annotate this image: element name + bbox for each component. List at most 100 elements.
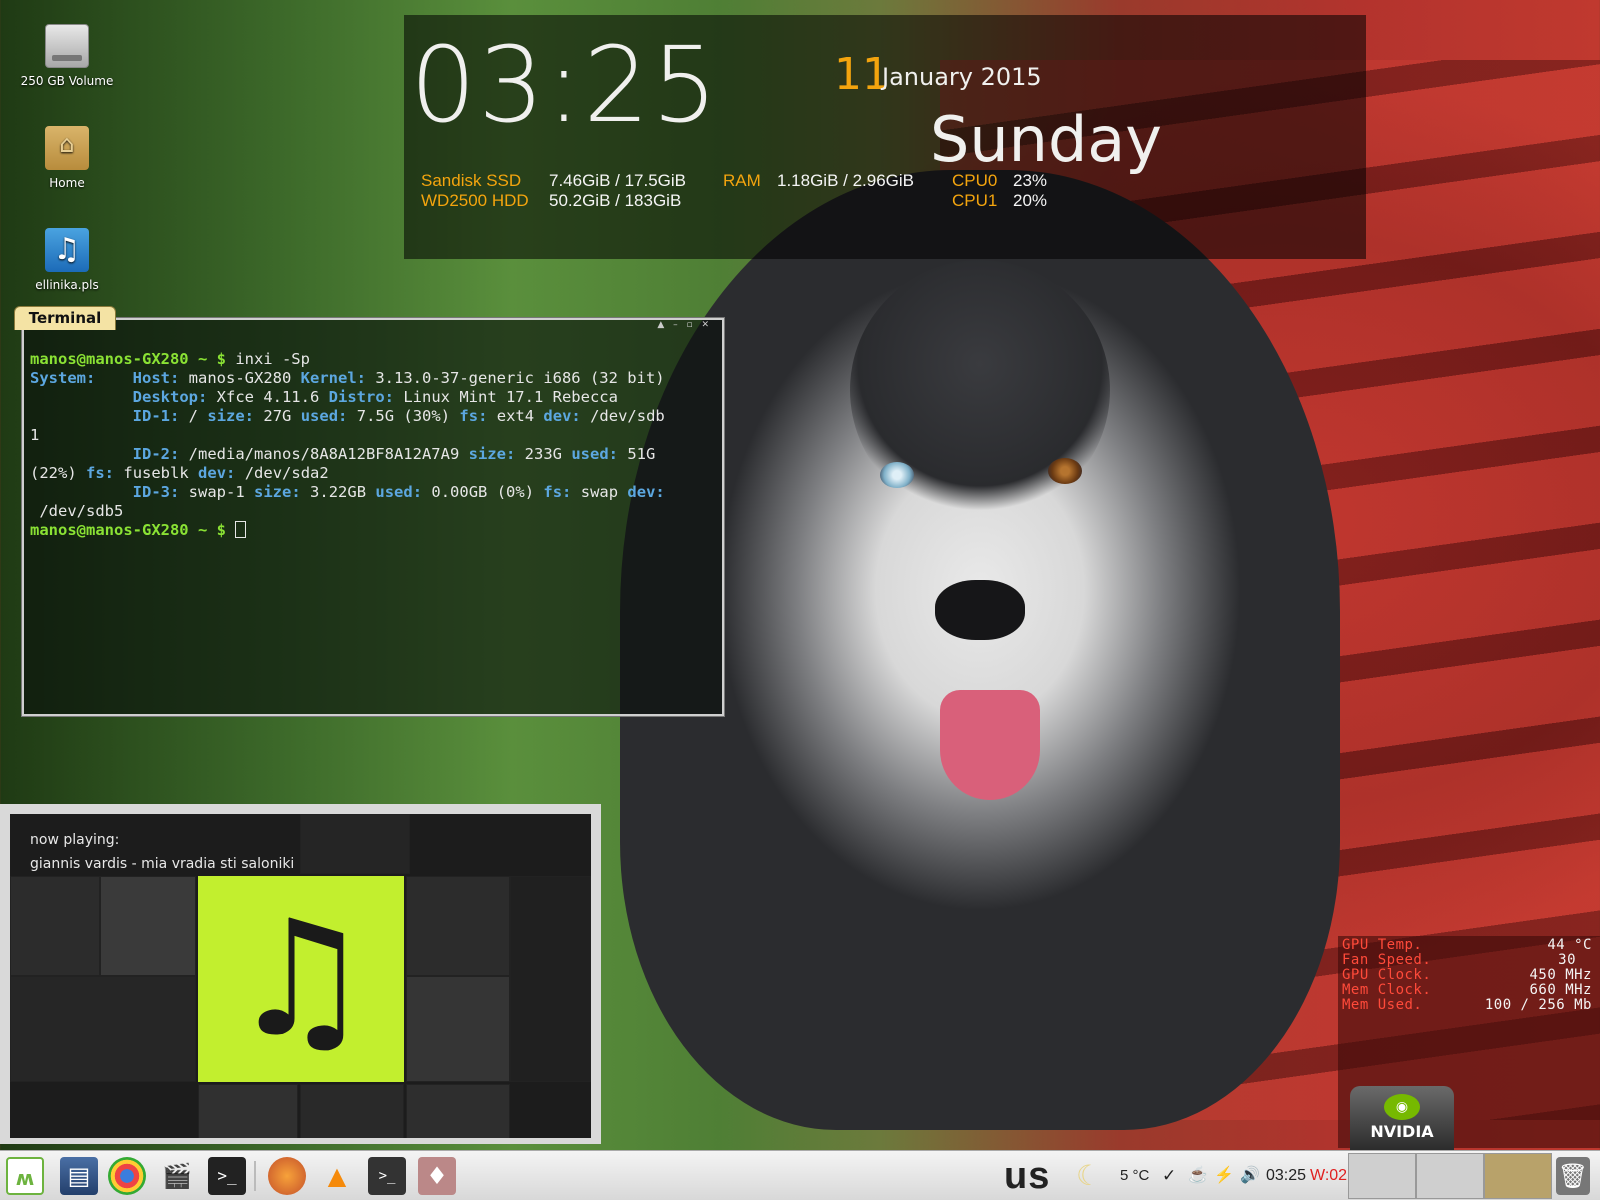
workspace-2[interactable] xyxy=(1416,1153,1484,1199)
gpu-stat-value: 100 / 256 Mb xyxy=(1484,997,1592,1013)
conky-weekday: Sunday xyxy=(930,103,1162,176)
stat-label: RAM xyxy=(723,171,761,190)
weather-moon-icon[interactable]: ☾ xyxy=(1076,1151,1101,1200)
stat-label: WD2500 HDD xyxy=(421,191,529,210)
term-label: size: xyxy=(468,445,516,463)
stat-value: 23% xyxy=(1013,171,1048,190)
nvidia-eye-icon: ◉ xyxy=(1384,1094,1420,1120)
terminal-window-controls[interactable]: ▲ – ▫ ✕ xyxy=(657,320,712,330)
wallpaper-husky-eye-blue xyxy=(880,462,914,488)
terminal-window[interactable]: ▲ – ▫ ✕ manos@manos-GX280 ~ $ inxi -Sp S… xyxy=(22,318,724,716)
term-label: Distro: xyxy=(328,388,394,406)
gpu-stat-label: Mem Used. xyxy=(1342,997,1423,1013)
term-value: 7.5G (30%) xyxy=(356,407,451,425)
stat-value: 20% xyxy=(1013,191,1048,210)
album-tile xyxy=(10,876,100,976)
term-label: size: xyxy=(207,407,255,425)
workspace-1[interactable] xyxy=(1348,1153,1416,1199)
term-label: ID-2: xyxy=(132,445,180,463)
terminal-line: Desktop: Xfce 4.11.6 Distro: Linux Mint … xyxy=(30,388,618,406)
album-tile xyxy=(10,976,196,1082)
terminal-output[interactable]: manos@manos-GX280 ~ $ inxi -Sp System: H… xyxy=(30,350,716,540)
command: inxi -Sp xyxy=(235,350,310,368)
terminal-icon[interactable]: >_ xyxy=(208,1157,246,1195)
wallpaper-husky-nose xyxy=(935,580,1025,640)
album-tile xyxy=(510,876,591,1082)
stat-cpu1: CPU1 xyxy=(952,191,997,211)
term-label: dev: xyxy=(627,483,665,501)
term-label: ID-3: xyxy=(132,483,180,501)
workspace-3-active[interactable] xyxy=(1484,1153,1552,1199)
term-value: 3.13.0-37-generic i686 (32 bit) xyxy=(375,369,665,387)
chrome-icon[interactable] xyxy=(108,1157,146,1195)
gpu-stat-value: 450 MHz xyxy=(1529,967,1592,983)
terminal-line: 1 xyxy=(30,426,39,444)
update-check-icon[interactable]: ✓ xyxy=(1162,1151,1176,1200)
terminal-tab[interactable]: Terminal xyxy=(14,306,116,330)
firefox-icon[interactable] xyxy=(268,1157,306,1195)
drive-icon xyxy=(45,24,89,68)
wallpaper-husky-eye-brown xyxy=(1048,458,1082,484)
gpu-stats-panel: GPU Temp. 44 °C Fan Speed. 30 GPU Clock.… xyxy=(1338,936,1600,1150)
gpu-temp-row: GPU Temp. 44 °C xyxy=(1342,938,1592,953)
taskbar-clock[interactable]: 03:25 xyxy=(1266,1151,1306,1200)
stat-value: 1.18GiB / 2.96GiB xyxy=(777,171,915,190)
linux-mint-menu-icon[interactable]: ʍ xyxy=(6,1157,44,1195)
term-label: dev: xyxy=(198,464,236,482)
file-manager-icon[interactable]: ▤ xyxy=(60,1157,98,1195)
trash-icon[interactable]: 🗑 xyxy=(1556,1157,1590,1195)
gpu-fan-row: Fan Speed. 30 xyxy=(1342,953,1592,968)
desktop-icon-home[interactable]: Home xyxy=(17,126,117,190)
album-tile xyxy=(198,1084,298,1138)
term-label: size: xyxy=(254,483,301,501)
conky-month-year: January 2015 xyxy=(882,63,1042,91)
nvidia-logo: ◉ NVIDIA xyxy=(1350,1086,1454,1150)
term-value: 51G xyxy=(627,445,656,463)
stat-cpu1-value: 20% xyxy=(1013,191,1047,211)
term-label: dev: xyxy=(543,407,581,425)
terminal-line: /dev/sdb5 xyxy=(30,502,123,520)
term-label: Kernel: xyxy=(300,369,366,387)
gpu-mem-clock-row: Mem Clock. 660 MHz xyxy=(1342,983,1592,998)
stat-label: CPU0 xyxy=(952,171,998,190)
caffeine-icon[interactable]: ☕ xyxy=(1188,1151,1208,1200)
weather-temp[interactable]: 5 °C xyxy=(1120,1151,1149,1200)
terminal-task-icon[interactable]: >_ xyxy=(368,1157,406,1195)
volume-icon[interactable]: 🔊 xyxy=(1240,1151,1260,1200)
term-value: 3.22GB xyxy=(310,483,367,501)
home-folder-icon xyxy=(45,126,89,170)
term-value: swap xyxy=(580,483,619,501)
stat-wd: WD2500 HDD xyxy=(421,191,529,211)
gpu-stat-label: GPU Temp. xyxy=(1342,937,1423,953)
term-label: System: xyxy=(30,369,96,387)
now-playing-track: giannis vardis - mia vradia sti saloniki xyxy=(30,856,295,872)
terminal-line: System: Host: manos-GX280 Kernel: 3.13.0… xyxy=(30,369,665,387)
stat-sandisk: Sandisk SSD xyxy=(421,171,521,191)
term-label: fs: xyxy=(86,464,115,482)
gpu-stat-label: Mem Clock. xyxy=(1342,982,1432,998)
album-tile xyxy=(406,876,510,976)
term-label: used: xyxy=(571,445,618,463)
vlc-icon[interactable]: ▲ xyxy=(318,1157,356,1195)
desktop-icon-playlist[interactable]: ♫ ellinika.pls xyxy=(17,228,117,292)
desktop-icon-label: Home xyxy=(49,176,85,190)
gpu-stat-value: 660 MHz xyxy=(1529,982,1592,998)
conky-time: 03:25 xyxy=(410,24,720,146)
video-editor-icon[interactable]: 🎬 xyxy=(158,1157,196,1195)
keyboard-layout[interactable]: us xyxy=(1004,1151,1050,1200)
power-plug-icon[interactable]: ⚡ xyxy=(1214,1151,1234,1200)
terminal-line: (22%) fs: fuseblk dev: /dev/sda2 xyxy=(30,464,329,482)
album-tile xyxy=(300,814,410,874)
term-label: fs: xyxy=(543,483,572,501)
term-value: 0.00GB (0%) xyxy=(431,483,535,501)
desktop-icon-volume[interactable]: 250 GB Volume xyxy=(17,24,117,88)
gpu-stat-label: Fan Speed. xyxy=(1342,952,1432,968)
term-label: used: xyxy=(375,483,423,501)
terminal-line: manos@manos-GX280 ~ $ xyxy=(30,521,247,539)
desktop-icon-label: 250 GB Volume xyxy=(20,74,114,88)
suit-icon[interactable]: ♦ xyxy=(418,1157,456,1195)
term-label: fs: xyxy=(459,407,488,425)
term-value: / xyxy=(188,407,199,425)
stat-ram: RAM xyxy=(723,171,761,191)
music-note-icon: ♫ xyxy=(198,876,404,1082)
